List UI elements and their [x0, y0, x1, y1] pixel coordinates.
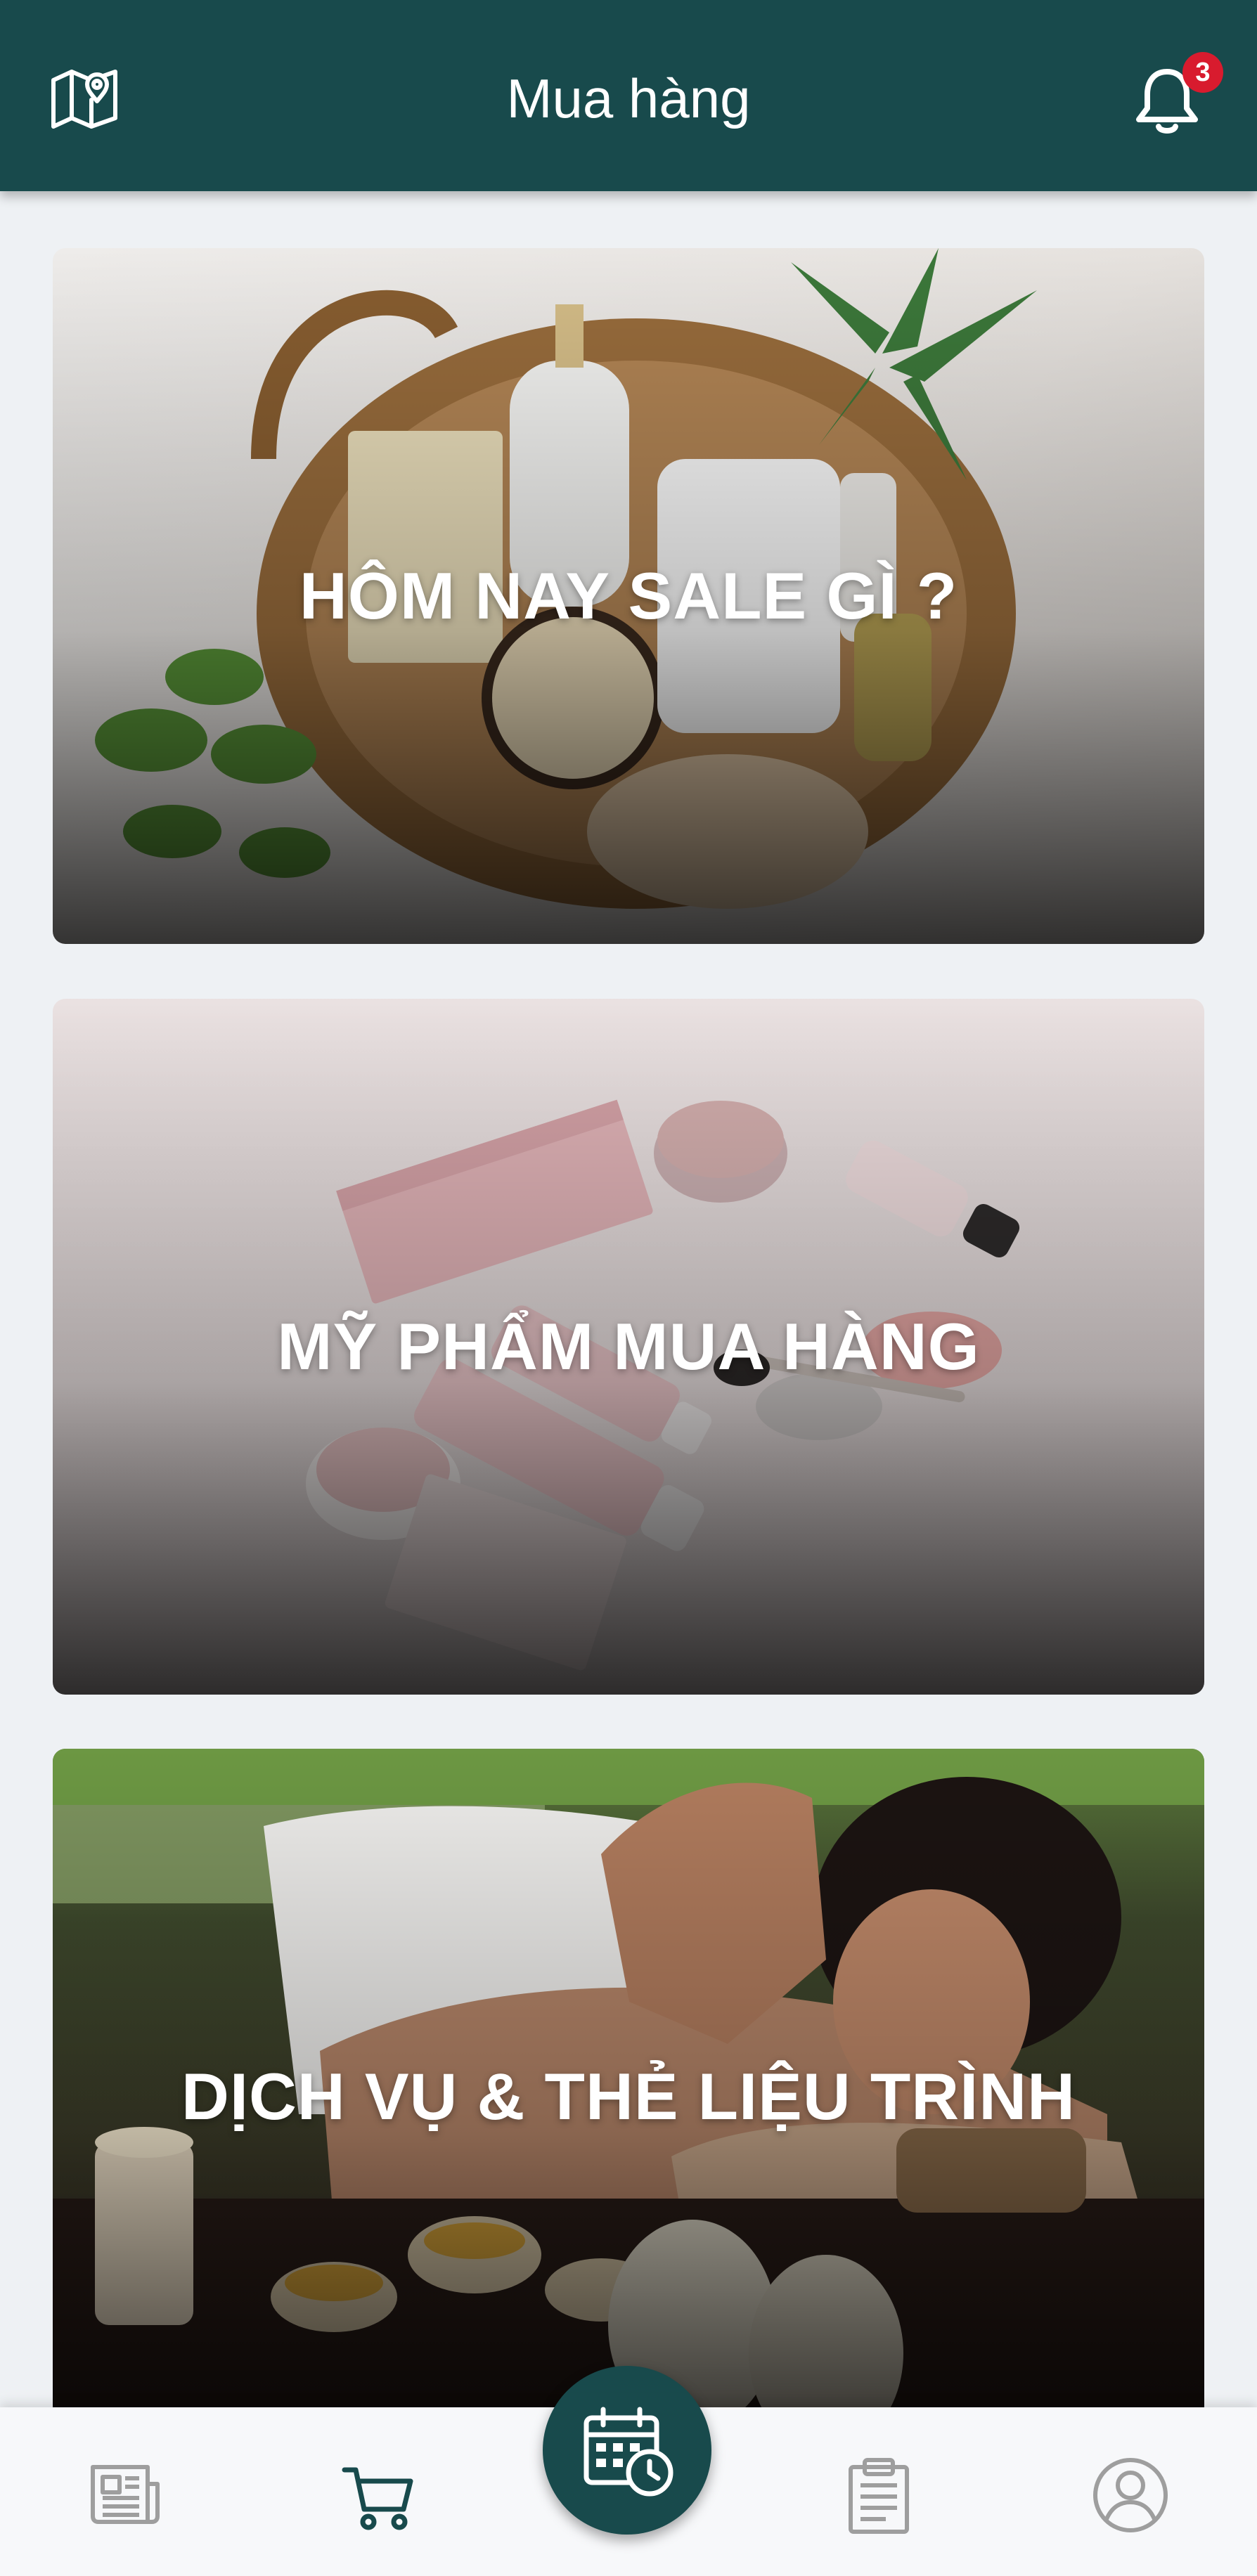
category-card-services[interactable]: DỊCH VỤ & THẺ LIỆU TRÌNH: [53, 1749, 1204, 2445]
notification-badge: 3: [1182, 52, 1223, 93]
card-title: MỸ PHẨM MUA HÀNG: [277, 1309, 980, 1383]
category-card-cosmetics[interactable]: MỸ PHẨM MUA HÀNG: [53, 999, 1204, 1695]
clipboard-icon: [849, 2458, 909, 2534]
category-card-sale[interactable]: HÔM NAY SALE GÌ ?: [53, 248, 1204, 944]
news-icon: [91, 2465, 160, 2524]
calendar-clock-icon: [584, 2407, 673, 2497]
nav-cart[interactable]: [336, 2453, 420, 2537]
cart-icon: [342, 2467, 413, 2530]
account-icon: [1093, 2458, 1168, 2532]
card-title: HÔM NAY SALE GÌ ?: [299, 559, 958, 633]
nav-news[interactable]: [83, 2453, 167, 2537]
nav-account[interactable]: [1088, 2453, 1173, 2537]
page-title: Mua hàng: [506, 67, 751, 129]
notification-button[interactable]: 3: [1128, 52, 1226, 143]
app-header: Mua hàng 3: [0, 0, 1257, 191]
booking-button[interactable]: [543, 2366, 711, 2535]
card-title: DỊCH VỤ & THẺ LIỆU TRÌNH: [181, 2059, 1076, 2133]
nav-orders[interactable]: [837, 2453, 921, 2537]
